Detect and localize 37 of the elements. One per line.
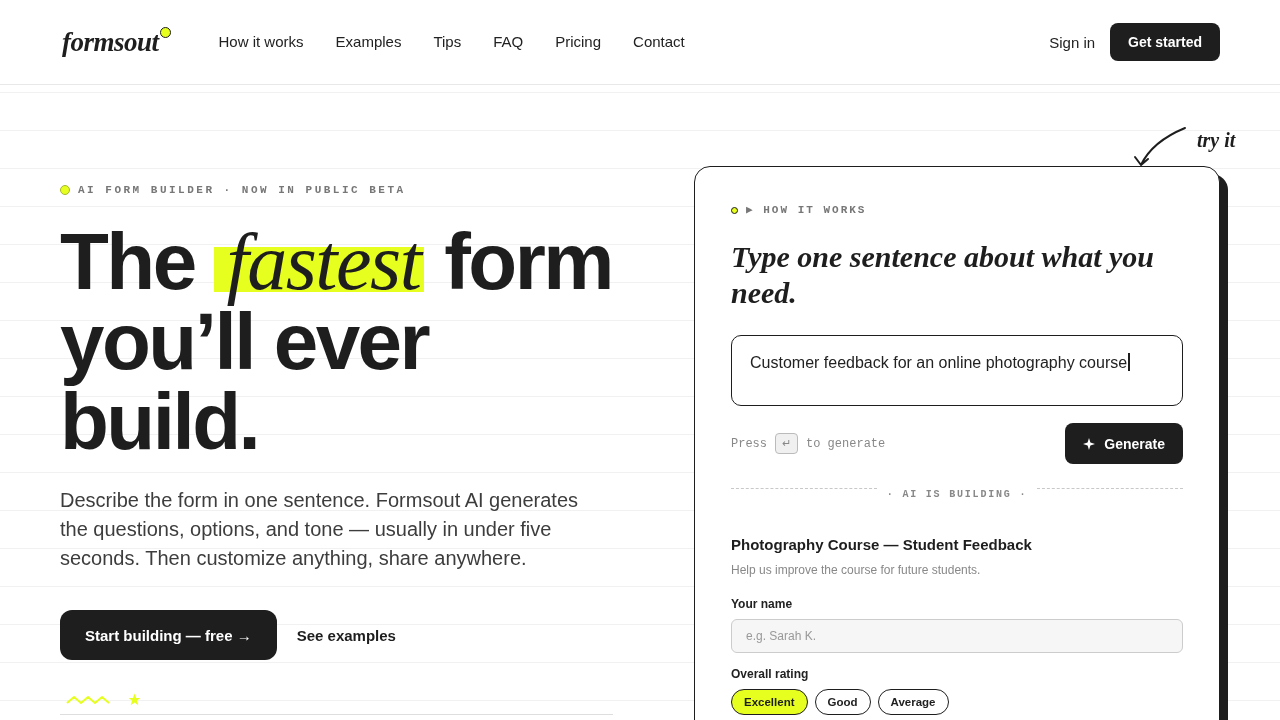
star-icon xyxy=(128,693,141,706)
rating-option[interactable]: Excellent xyxy=(731,689,808,715)
status-dot-icon xyxy=(731,206,738,214)
prompt-field[interactable]: Customer feedback for an online photography course xyxy=(731,335,1183,406)
nav-link[interactable]: FAQ xyxy=(493,32,524,52)
rating-option[interactable]: Average xyxy=(877,689,949,715)
name-input[interactable]: e.g. Sarah K. xyxy=(731,619,1183,653)
logo-dot-icon xyxy=(159,27,171,38)
hint-text: Press xyxy=(731,436,767,451)
nav-link[interactable]: Tips xyxy=(433,32,462,52)
try-it-annotation: try it xyxy=(1197,128,1236,152)
text-cursor-icon xyxy=(1128,353,1130,371)
logo-wordmark[interactable]: formsout xyxy=(62,27,159,57)
form-subtitle: Help us improve the course for future students. xyxy=(731,563,982,577)
card-eyebrow: ▶ HOW IT WORKS xyxy=(746,204,867,216)
nav-link[interactable]: How it works xyxy=(218,32,304,52)
zigzag-icon xyxy=(66,694,110,705)
hero-description: Describe the form in one sentence. Formsout AI generates the questions, options, and tone — usually in under five seconds. Then customize anything, share anywhere. xyxy=(60,488,580,571)
field-label: Overall rating xyxy=(731,667,810,681)
get-started-button[interactable]: Get started xyxy=(1110,23,1220,61)
start-building-button[interactable]: Start building — free → xyxy=(60,610,277,660)
rating-option[interactable]: Good xyxy=(814,689,871,715)
see-examples-link[interactable]: See examples xyxy=(296,626,396,644)
enter-key: ↵ xyxy=(775,433,798,454)
generate-button[interactable]: Generate xyxy=(1065,423,1183,464)
card-heading: Type one sentence about what you need. xyxy=(731,239,1156,311)
field-label: Your name xyxy=(731,597,794,611)
nav-link[interactable]: Examples xyxy=(335,32,402,52)
hero-eyebrow: AI FORM BUILDER · NOW IN PUBLIC BETA xyxy=(78,184,406,196)
nav-link[interactable]: Pricing xyxy=(555,32,602,52)
sparkle-icon xyxy=(1083,437,1096,450)
form-title: Photography Course — Student Feedback xyxy=(731,535,1033,555)
status-dot-icon xyxy=(60,185,70,195)
sign-in-link[interactable]: Sign in xyxy=(1049,33,1096,51)
status-label: · AI IS BUILDING · xyxy=(886,489,1028,501)
nav-link[interactable]: Contact xyxy=(633,32,685,52)
hint-text: to generate xyxy=(806,436,886,451)
